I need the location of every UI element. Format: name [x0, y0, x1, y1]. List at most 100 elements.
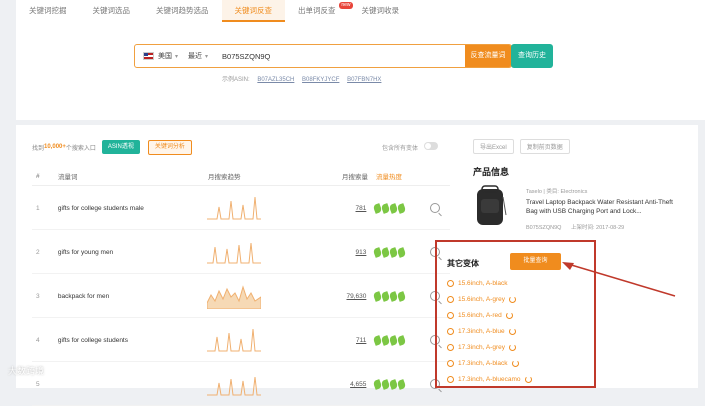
variant-label: 17.3inch, A-black — [458, 360, 508, 367]
chevron-down-icon[interactable]: ▾ — [205, 53, 208, 60]
variant-radio-icon[interactable] — [447, 376, 454, 383]
tab-label: 关键词选品 — [92, 6, 131, 15]
example-asin-link[interactable]: B07AZL35CH — [257, 77, 294, 83]
row-volume[interactable]: 781 — [297, 205, 375, 212]
country-select[interactable]: 美国 — [158, 51, 172, 61]
loading-spinner-icon — [508, 296, 516, 303]
variants-title: 其它变体 — [447, 259, 479, 268]
variant-item[interactable]: 17.3inch, A-blue — [447, 328, 516, 335]
chevron-down-icon[interactable]: ▾ — [175, 53, 178, 60]
col-popularity[interactable]: 流量热度 — [376, 171, 432, 181]
search-icon[interactable] — [430, 203, 441, 213]
result-count-suffix: 个搜索入口 — [65, 145, 96, 152]
tab-label: 关键词挖掘 — [29, 6, 67, 15]
variant-item[interactable]: 15.6inch, A-black — [447, 280, 508, 287]
tab-label: 关键词趋势选品 — [156, 6, 209, 15]
variant-item[interactable]: 15.6inch, A-red — [447, 312, 513, 319]
trend-sparkline — [207, 242, 262, 264]
variant-label: 15.6inch, A-red — [458, 312, 502, 319]
row-num: 2 — [36, 248, 40, 256]
include-variants-toggle[interactable] — [424, 142, 438, 150]
row-volume[interactable]: 913 — [297, 249, 375, 256]
batch-query-button[interactable]: 批量查询 — [510, 253, 561, 270]
leaf-icon — [397, 334, 407, 346]
annotation-arrow-icon — [562, 262, 676, 297]
row-volume[interactable]: 79,630 — [297, 293, 375, 300]
variant-radio-icon[interactable] — [447, 344, 454, 351]
row-volume[interactable]: 711 — [297, 337, 375, 344]
row-trend — [207, 237, 297, 267]
row-keyword[interactable]: gifts for young men — [58, 249, 207, 256]
row-num: 5 — [36, 380, 40, 388]
product-info-title: 产品信息 — [473, 167, 510, 177]
include-variants-label: 包含所有变体 — [382, 146, 419, 152]
variant-label: 17.3inch, A-blue — [458, 328, 505, 335]
keyword-analysis-button[interactable]: 关键词分析 — [147, 139, 192, 155]
leaf-icon — [397, 202, 407, 214]
tab-item[interactable]: 关键词挖掘 — [16, 0, 80, 22]
row-trend — [207, 369, 297, 399]
row-keyword[interactable]: gifts for college students — [58, 337, 207, 344]
variant-radio-icon[interactable] — [447, 328, 454, 335]
table-row: 3 backpack for men 79,630 — [32, 275, 450, 318]
col-keyword[interactable]: 流量词 — [58, 171, 208, 181]
table-row: 1 gifts for college students male 781 — [32, 187, 450, 230]
variant-radio-icon[interactable] — [447, 360, 454, 367]
table-row: 2 gifts for young men 913 — [32, 231, 450, 274]
variant-label: 15.6inch, A-grey — [458, 296, 505, 303]
variant-item[interactable]: 17.3inch, A-grey — [447, 344, 516, 351]
trend-sparkline — [207, 328, 262, 352]
example-asins: 示例ASIN: B07AZL35CH B08FKYJYCF B07FBN7HX — [222, 74, 381, 83]
product-name[interactable]: Travel Laptop Backpack Water Resistant A… — [526, 198, 686, 216]
loading-spinner-icon — [508, 344, 516, 351]
tab-item[interactable]: 关键词趋势选品 — [143, 0, 222, 22]
variant-radio-icon[interactable] — [447, 312, 454, 319]
row-trend — [207, 325, 297, 355]
row-num: 1 — [36, 204, 40, 212]
loading-spinner-icon — [505, 312, 513, 319]
loading-spinner-icon — [508, 328, 516, 335]
example-asin-link[interactable]: B08FKYJYCF — [302, 77, 339, 83]
tab-label: 关键词反查 — [234, 6, 273, 15]
tab-item[interactable]: 出单词反查 new — [285, 0, 353, 22]
export-excel-button[interactable]: 导出Excel — [473, 139, 514, 154]
row-trend — [206, 281, 297, 311]
col-trend[interactable]: 月搜索趋势 — [208, 171, 298, 181]
product-asin: B075SZQN9Q — [526, 225, 562, 231]
result-count: 10,000+ — [44, 144, 66, 150]
tab-item[interactable]: 关键词选品 — [80, 0, 144, 22]
asin-perspective-button[interactable]: ASIN透视 — [101, 140, 140, 154]
product-meta: Taselo | 类目: Electronics — [526, 189, 588, 195]
tab-bar: 关键词挖掘 关键词选品 关键词趋势选品 关键词反查 出单词反查 new 关键词收录 — [16, 0, 705, 23]
leaf-icon — [397, 246, 407, 258]
variant-item[interactable]: 17.3inch, A-bluecamo — [447, 376, 532, 383]
asin-input[interactable]: B075SZQN9Q — [222, 52, 465, 61]
variant-radio-icon[interactable] — [447, 296, 454, 303]
variant-item[interactable]: 15.6inch, A-grey — [447, 296, 516, 303]
product-image[interactable] — [473, 185, 507, 227]
period-select[interactable]: 最近 — [188, 51, 202, 61]
row-popularity — [373, 290, 430, 302]
tab-item[interactable]: 关键词反查 — [221, 0, 285, 22]
row-keyword[interactable]: gifts for college students male — [58, 205, 207, 212]
row-volume[interactable]: 4,655 — [297, 381, 375, 388]
variant-item[interactable]: 17.3inch, A-black — [447, 360, 519, 367]
row-popularity — [373, 202, 430, 214]
result-count-prefix: 找到 — [32, 145, 45, 152]
tab-item[interactable]: 关键词收录 — [349, 0, 413, 22]
copy-data-button[interactable]: 复制前页数据 — [519, 139, 570, 154]
loading-spinner-icon — [524, 376, 532, 383]
trend-sparkline — [206, 285, 262, 310]
search-panel: 美国 ▾ 最近 ▾ B075SZQN9Q 反查流量词 查询历史 示例ASIN: … — [16, 22, 705, 120]
watermark: 大数跨境 — [8, 366, 45, 376]
query-history-button[interactable]: 查询历史 — [511, 44, 553, 68]
example-asin-link[interactable]: B07FBN7HX — [347, 77, 381, 83]
col-volume[interactable]: 月搜索量 — [298, 171, 376, 181]
variant-radio-icon[interactable] — [447, 280, 454, 287]
row-keyword[interactable]: backpack for men — [58, 293, 207, 300]
row-num: 3 — [36, 292, 40, 300]
row-popularity — [373, 246, 430, 258]
search-box: 美国 ▾ 最近 ▾ B075SZQN9Q 反查流量词 — [134, 44, 512, 68]
row-action — [430, 203, 450, 213]
search-submit-button[interactable]: 反查流量词 — [465, 45, 511, 67]
